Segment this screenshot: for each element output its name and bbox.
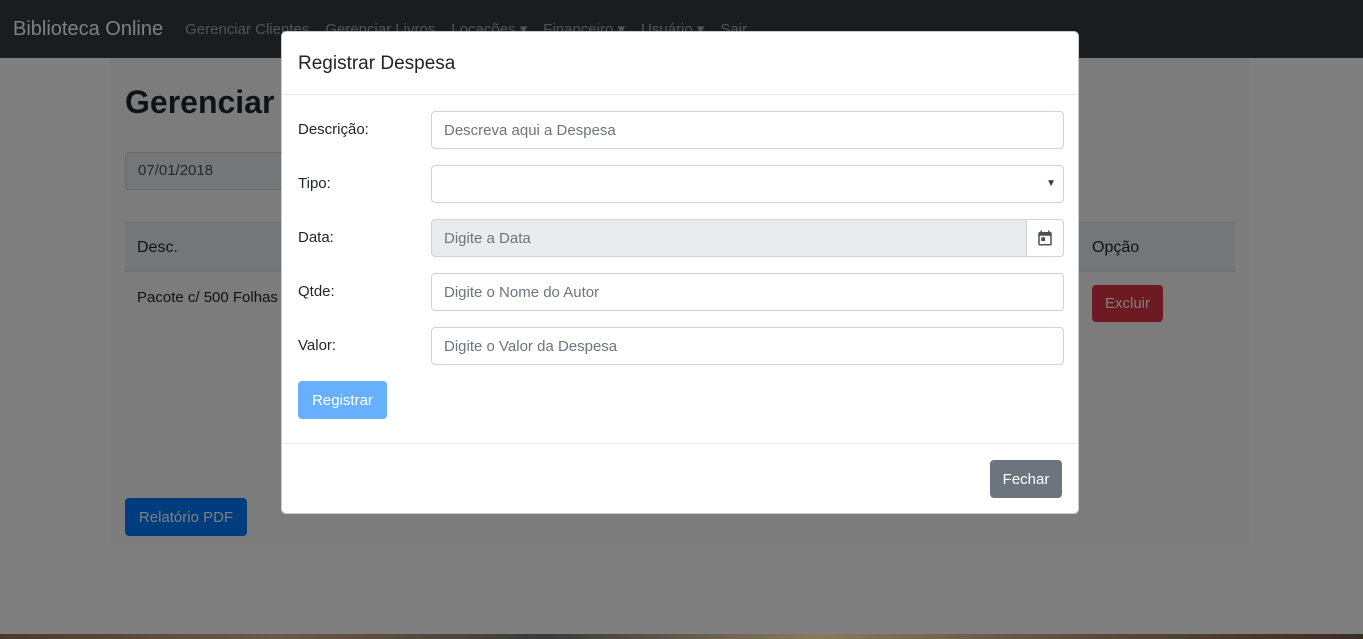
descricao-input[interactable]: [431, 111, 1064, 149]
form-row-descricao: Descrição:: [298, 111, 1064, 149]
form-row-tipo: Tipo: ▼: [298, 165, 1064, 203]
modal-footer: Fechar: [282, 443, 1078, 515]
tipo-label: Tipo:: [298, 175, 331, 192]
valor-label: Valor:: [298, 337, 337, 354]
descricao-label: Descrição:: [298, 121, 369, 138]
form-row-data: Data:: [298, 219, 1064, 257]
data-input[interactable]: [431, 219, 1027, 257]
qtde-input[interactable]: [431, 273, 1064, 311]
date-picker-button[interactable]: [1026, 219, 1064, 257]
date-input-group: [431, 219, 1064, 257]
register-expense-modal: Registrar Despesa Descrição: Tipo: ▼ Dat…: [281, 31, 1079, 514]
form-row-qtde: Qtde:: [298, 273, 1064, 311]
valor-input[interactable]: [431, 327, 1064, 365]
modal-title: Registrar Despesa: [298, 53, 456, 74]
close-button[interactable]: Fechar: [990, 460, 1062, 498]
taskbar-strip: [0, 634, 1363, 639]
caret-down-icon: ▼: [1046, 178, 1056, 189]
modal-header: Registrar Despesa: [282, 32, 1078, 95]
calendar-icon: [1038, 230, 1052, 246]
form-row-valor: Valor:: [298, 327, 1064, 365]
tipo-select[interactable]: ▼: [431, 165, 1064, 203]
register-button[interactable]: Registrar: [298, 381, 387, 419]
data-label: Data:: [298, 229, 334, 246]
qtde-label: Qtde:: [298, 283, 335, 300]
